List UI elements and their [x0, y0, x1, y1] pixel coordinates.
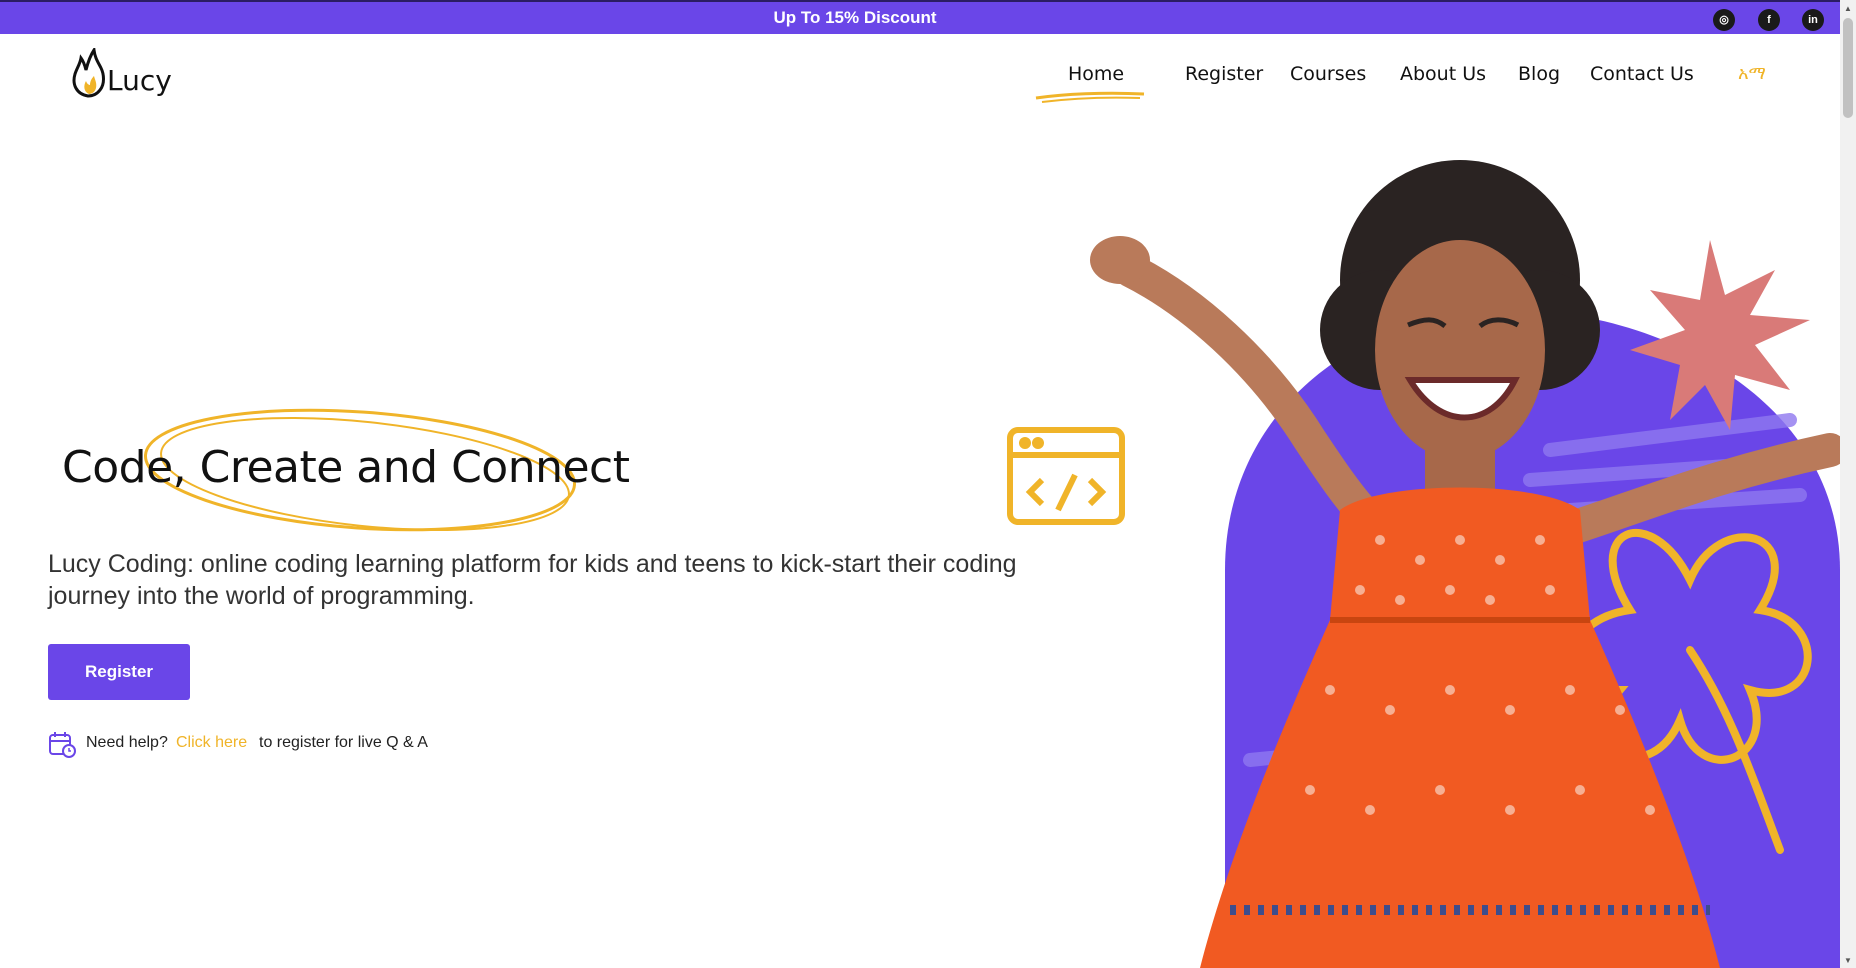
promo-bar: Up To 15% Discount ◎ f in: [0, 0, 1840, 34]
register-button[interactable]: Register: [48, 644, 190, 700]
facebook-icon[interactable]: f: [1758, 9, 1780, 31]
promo-text: Up To 15% Discount: [773, 8, 937, 27]
nav-active-underline: [1035, 91, 1145, 103]
calendar-clock-icon: [49, 732, 76, 758]
scroll-down-arrow-icon[interactable]: ▼: [1840, 954, 1856, 968]
help-prefix: Need help?: [86, 734, 168, 751]
code-window-icon: [1007, 427, 1125, 525]
nav-blog[interactable]: Blog: [1518, 63, 1560, 85]
nav-contact-us[interactable]: Contact Us: [1590, 63, 1694, 85]
language-switch[interactable]: አማ: [1738, 63, 1766, 84]
nav-register[interactable]: Register: [1185, 63, 1263, 85]
logo[interactable]: Lucy: [70, 48, 190, 118]
linkedin-icon[interactable]: in: [1802, 9, 1824, 31]
flame-icon: [72, 48, 105, 98]
scroll-up-arrow-icon[interactable]: ▲: [1840, 2, 1856, 16]
help-link[interactable]: Click here: [176, 734, 247, 752]
instagram-icon[interactable]: ◎: [1713, 9, 1735, 31]
hero-title: Code, Create and Connect: [62, 442, 630, 493]
hero-description: Lucy Coding: online coding learning plat…: [48, 550, 1017, 610]
help-suffix: to register for live Q & A: [259, 734, 428, 751]
logo-text: Lucy: [107, 64, 172, 97]
hero-illustration: [1007, 160, 1840, 968]
scroll-thumb[interactable]: [1843, 18, 1853, 118]
nav-about-us[interactable]: About Us: [1400, 63, 1486, 85]
page-scrollbar[interactable]: ▲ ▼: [1840, 0, 1856, 968]
nav-home[interactable]: Home: [1068, 63, 1124, 85]
nav-courses[interactable]: Courses: [1290, 63, 1366, 85]
